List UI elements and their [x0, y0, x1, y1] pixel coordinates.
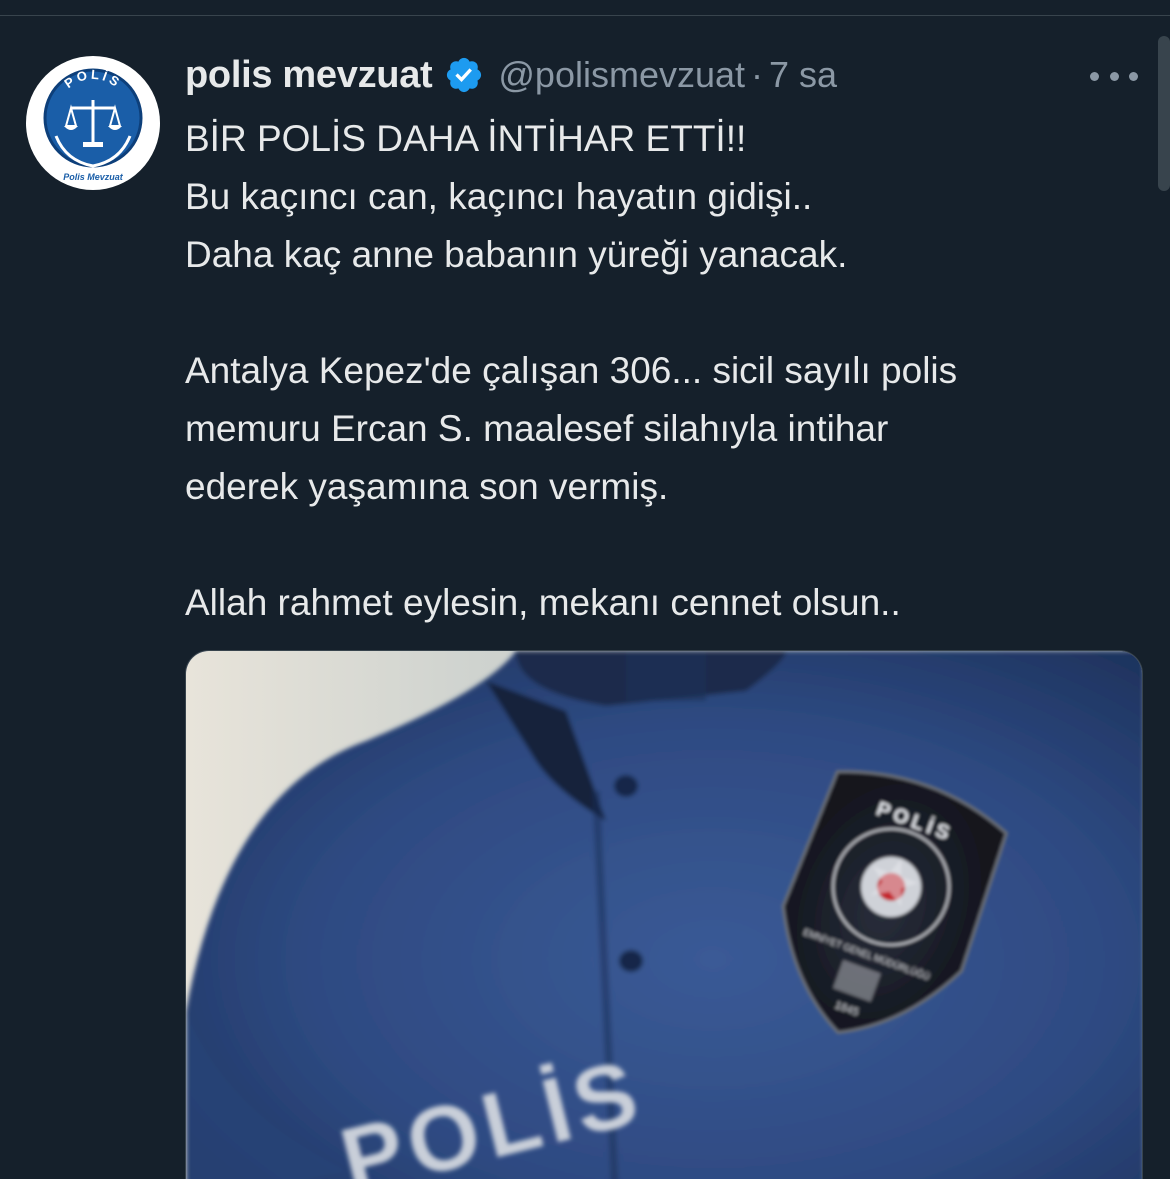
- verified-badge-icon[interactable]: [444, 55, 484, 95]
- tweet-line: BİR POLİS DAHA İNTİHAR ETTİ!!: [185, 118, 747, 159]
- tweet-line-gap: [185, 516, 1145, 574]
- handle[interactable]: @polismevzuat: [498, 54, 745, 96]
- more-options-icon[interactable]: [1090, 56, 1138, 96]
- tweet-media-image[interactable]: POLİS EMNİYET GENEL MÜDÜRLÜĞÜ 1845 POLİS: [185, 650, 1143, 1179]
- police-uniform-image: POLİS EMNİYET GENEL MÜDÜRLÜĞÜ 1845 POLİS: [186, 651, 1142, 1179]
- tweet-line: ederek yaşamına son vermiş.: [185, 466, 669, 507]
- tweet-line: Bu kaçıncı can, kaçıncı hayatın gidişi..: [185, 176, 813, 217]
- top-divider: [0, 0, 1170, 16]
- tweet-line: memuru Ercan S. maalesef silahıyla intih…: [185, 408, 889, 449]
- tweet-header: polis mevzuat @polismevzuat · 7 sa: [185, 50, 837, 100]
- tweet-line: Daha kaç anne babanın yüreği yanacak.: [185, 234, 848, 275]
- scrollbar[interactable]: [1158, 36, 1170, 191]
- tweet-screen: POLİS Polis Mevzuat polis mevzuat @polis…: [0, 0, 1170, 1179]
- display-name[interactable]: polis mevzuat: [185, 54, 433, 97]
- separator-dot: ·: [751, 54, 764, 95]
- tweet-line: Antalya Kepez'de çalışan 306... sicil sa…: [185, 350, 958, 391]
- tweet-text: BİR POLİS DAHA İNTİHAR ETTİ!! Bu kaçıncı…: [185, 110, 1145, 632]
- tweet-line-gap: [185, 284, 1145, 342]
- avatar-logo-icon: POLİS Polis Mevzuat: [31, 61, 155, 185]
- avatar-subtext: Polis Mevzuat: [63, 172, 124, 182]
- tweet-line: Allah rahmet eylesin, mekanı cennet olsu…: [185, 582, 901, 623]
- timestamp[interactable]: 7 sa: [769, 54, 837, 96]
- avatar[interactable]: POLİS Polis Mevzuat: [26, 56, 160, 190]
